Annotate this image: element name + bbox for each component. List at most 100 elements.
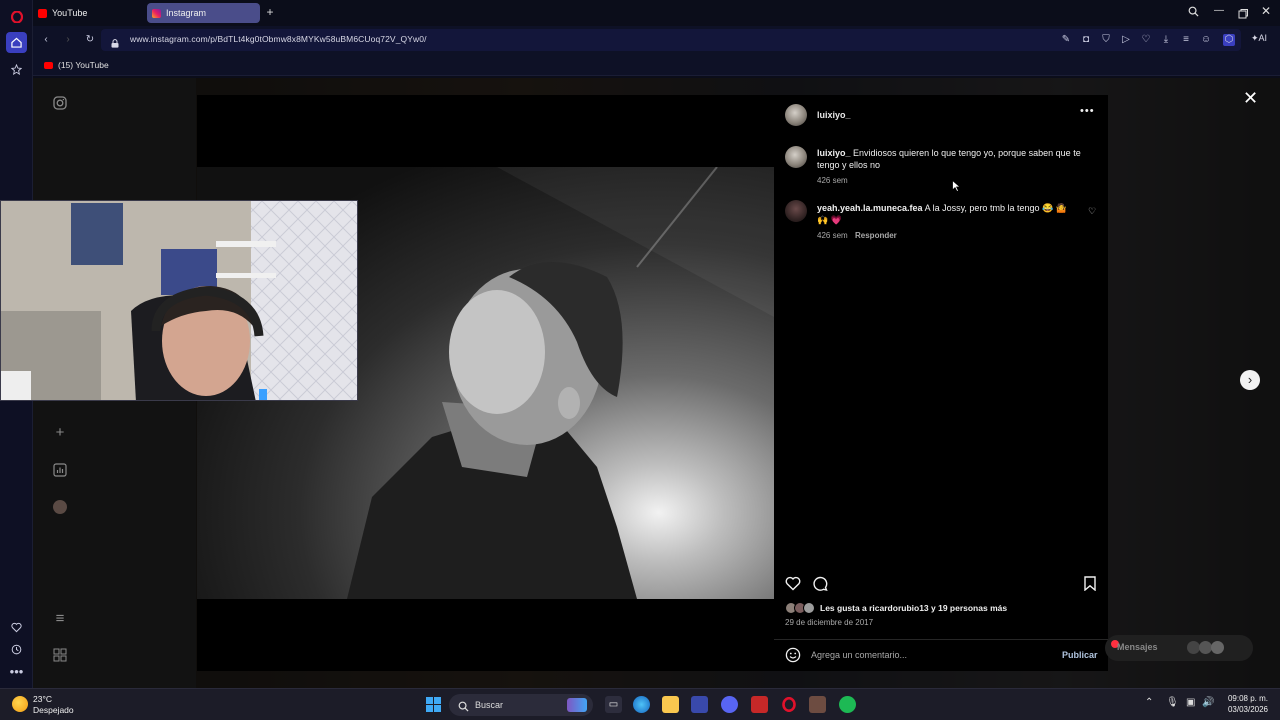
likes-summary[interactable]: Les gusta a ricardorubio13 y 19 personas… xyxy=(820,603,1007,613)
reply-button[interactable]: Responder xyxy=(855,231,897,240)
shield-icon[interactable]: ⛉ xyxy=(1100,34,1112,46)
youtube-icon xyxy=(44,61,53,69)
task-view-icon[interactable]: ▭ xyxy=(605,696,622,713)
volume-icon[interactable]: 🔊 xyxy=(1202,697,1214,708)
avatar xyxy=(1211,641,1224,654)
tab-label: Instagram xyxy=(166,8,207,18)
post-details-panel: luixiyo_ ••• luixiyo_ Envidiosos quieren… xyxy=(774,95,1108,671)
aria-ai-button[interactable]: ✦AI xyxy=(1251,33,1267,44)
weather-moon-icon[interactable] xyxy=(12,696,28,712)
spotify-icon[interactable] xyxy=(839,696,856,713)
history-clock-icon[interactable] xyxy=(6,639,27,660)
comment-item: luixiyo_ Envidiosos quieren lo que tengo… xyxy=(817,147,1087,171)
close-modal-icon[interactable]: ✕ xyxy=(1243,88,1258,109)
weather-desc[interactable]: Despejado xyxy=(33,705,74,715)
camera-icon[interactable]: ◘ xyxy=(1080,34,1092,46)
app-icon[interactable] xyxy=(809,696,826,713)
app-icon[interactable] xyxy=(751,696,768,713)
comment-bubble-icon[interactable] xyxy=(812,576,828,596)
extensions-icon[interactable]: ⬡ xyxy=(1223,34,1235,46)
tab-youtube[interactable]: YouTube xyxy=(33,3,141,23)
tab-instagram[interactable]: Instagram xyxy=(147,3,260,23)
chevron-up-icon[interactable]: ⌃ xyxy=(1145,697,1153,708)
bookmark-label: (15) YouTube xyxy=(58,60,109,70)
forward-icon[interactable]: › xyxy=(62,34,74,46)
post-date: 29 de diciembre de 2017 xyxy=(785,618,874,627)
more-menu-icon[interactable]: ≡ xyxy=(51,609,69,627)
bookmark-youtube[interactable]: (15) YouTube xyxy=(44,60,109,70)
windows-taskbar: 23°C Despejado Buscar ▭ ⌃ 🎙 ▣ 🔊 09:08 p.… xyxy=(0,688,1280,720)
comment-user[interactable]: yeah.yeah.la.muneca.fea xyxy=(817,203,923,213)
ai-label: AI xyxy=(1258,33,1268,43)
clock-date[interactable]: 03/03/2026 xyxy=(1222,705,1268,714)
liker-avatars xyxy=(785,602,819,614)
bookmarks-bar: (15) YouTube xyxy=(33,54,1280,76)
like-heart-icon[interactable] xyxy=(785,576,801,596)
new-tab-plus-icon[interactable]: + xyxy=(264,6,276,18)
star-icon[interactable] xyxy=(6,59,27,80)
minimize-icon[interactable]: — xyxy=(1214,5,1224,16)
messages-label: Mensajes xyxy=(1117,642,1158,652)
profile-icon[interactable]: ☺ xyxy=(1200,34,1212,46)
microphone-icon[interactable]: 🎙 xyxy=(1166,697,1179,708)
tab-bar: YouTube Instagram + — ✕ xyxy=(33,0,1280,26)
opera-logo-icon[interactable] xyxy=(6,6,27,27)
home-icon[interactable] xyxy=(6,32,27,53)
apps-icon[interactable] xyxy=(51,646,69,664)
comment-avatar[interactable] xyxy=(785,146,807,168)
more-options-icon[interactable]: ••• xyxy=(1080,105,1095,117)
sparkle-icon: ✦ xyxy=(1251,33,1259,43)
back-icon[interactable]: ‹ xyxy=(40,34,52,46)
instagram-icon xyxy=(152,8,161,18)
store-icon[interactable] xyxy=(691,696,708,713)
windows-start-icon[interactable] xyxy=(425,696,442,713)
instagram-logo-icon[interactable] xyxy=(51,94,69,112)
weather-temp[interactable]: 23°C xyxy=(33,694,52,704)
play-icon[interactable]: ▷ xyxy=(1120,34,1132,46)
comment-item: yeah.yeah.la.muneca.fea A la Jossy, pero… xyxy=(817,202,1075,226)
messages-button[interactable]: Mensajes xyxy=(1105,635,1253,661)
edit-icon[interactable]: ✎ xyxy=(1060,34,1072,46)
download-icon[interactable]: ⤓ xyxy=(1160,34,1172,46)
file-explorer-icon[interactable] xyxy=(662,696,679,713)
author-avatar[interactable] xyxy=(785,104,807,126)
discord-icon[interactable] xyxy=(721,696,738,713)
streamer-webcam xyxy=(1,201,357,400)
address-row: ‹ › ↻ www.instagram.com/p/BdTLt4kg0tObmw… xyxy=(33,26,1280,54)
url-text: www.instagram.com/p/BdTLt4kg0tObmw8x8MYK… xyxy=(130,34,427,44)
comment-user[interactable]: luixiyo_ xyxy=(817,148,851,158)
more-dots-icon[interactable]: ••• xyxy=(6,661,27,682)
dashboard-icon[interactable] xyxy=(51,461,69,479)
clock-time[interactable]: 09:08 p. m. xyxy=(1222,694,1268,703)
search-icon xyxy=(458,699,469,717)
menu-icon[interactable]: ≡ xyxy=(1180,34,1192,46)
mouse-cursor-icon xyxy=(952,179,962,197)
post-author[interactable]: luixiyo_ xyxy=(817,110,851,120)
tab-label: YouTube xyxy=(52,8,88,18)
opera-taskbar-icon[interactable] xyxy=(780,696,797,713)
search-highlight-icon xyxy=(567,698,587,712)
heart-icon[interactable] xyxy=(6,617,27,638)
publish-button[interactable]: Publicar xyxy=(1062,650,1098,660)
edge-icon[interactable] xyxy=(633,696,650,713)
comment-text: Envidiosos quieren lo que tengo yo, porq… xyxy=(817,148,1081,170)
taskbar-search[interactable]: Buscar xyxy=(449,694,593,716)
reload-icon[interactable]: ↻ xyxy=(84,34,96,46)
youtube-icon xyxy=(38,8,47,18)
create-plus-icon[interactable]: + xyxy=(51,423,69,441)
profile-avatar-icon[interactable] xyxy=(51,498,69,516)
next-post-arrow-icon[interactable]: › xyxy=(1240,370,1260,390)
comment-input[interactable]: Agrega un comentario... xyxy=(811,650,907,660)
comment-time: 426 sem xyxy=(817,231,848,240)
search-tabs-icon[interactable] xyxy=(1188,6,1199,20)
comment-avatar[interactable] xyxy=(785,200,807,222)
close-window-icon[interactable]: ✕ xyxy=(1261,4,1271,18)
save-bookmark-icon[interactable] xyxy=(1083,576,1097,596)
emoji-icon[interactable] xyxy=(785,647,801,668)
like-comment-heart-icon[interactable]: ♡ xyxy=(1088,206,1096,217)
search-label: Buscar xyxy=(475,700,504,710)
divider xyxy=(774,639,1108,640)
favorite-heart-icon[interactable]: ♡ xyxy=(1140,34,1152,46)
maximize-icon[interactable] xyxy=(1238,6,1248,24)
network-icon[interactable]: ▣ xyxy=(1186,697,1195,708)
